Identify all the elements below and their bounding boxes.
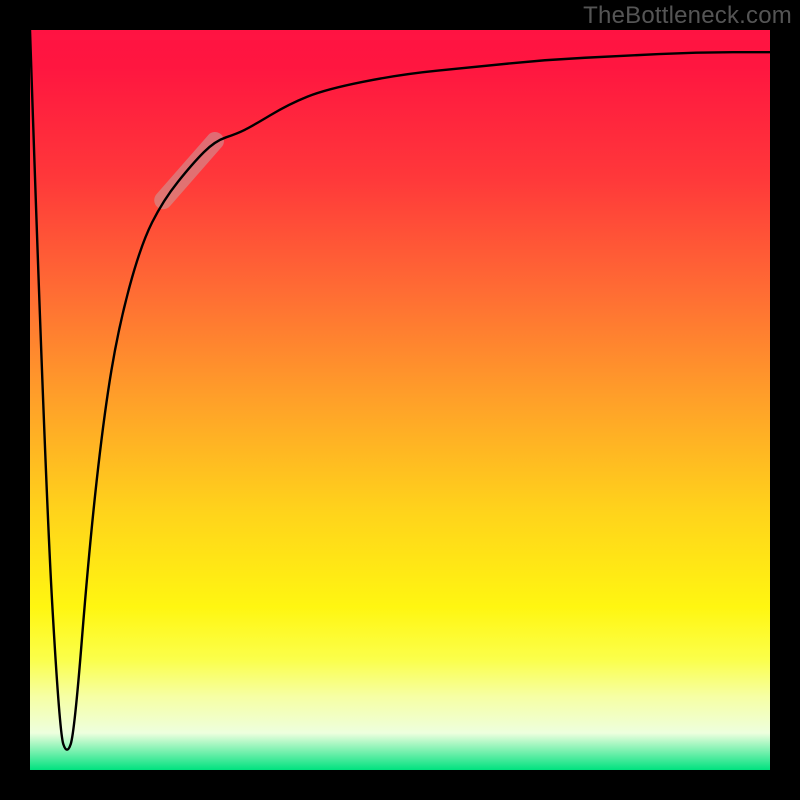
- bottleneck-curve: [30, 30, 770, 750]
- chart-frame: TheBottleneck.com: [0, 0, 800, 800]
- curve-svg: [30, 30, 770, 770]
- plot-area: [30, 30, 770, 770]
- attribution-label: TheBottleneck.com: [583, 2, 792, 30]
